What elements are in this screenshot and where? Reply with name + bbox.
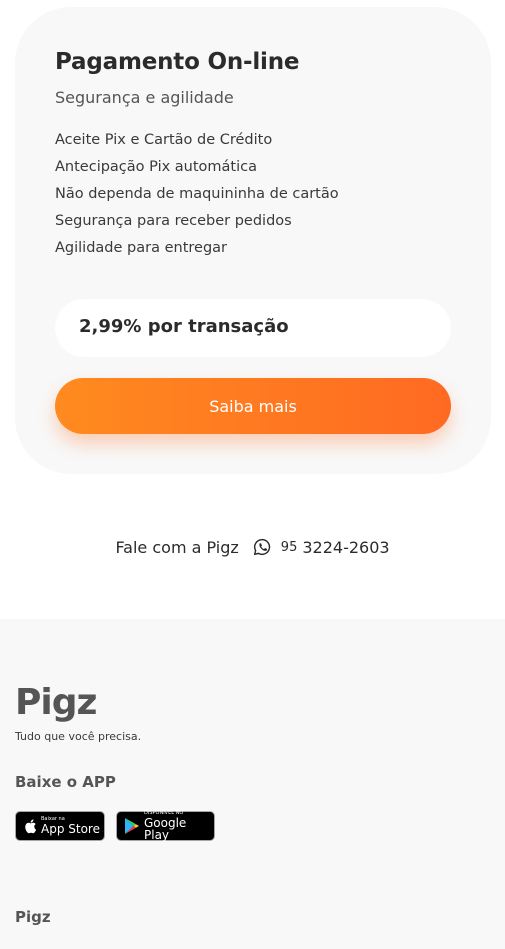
card-subtitle: Segurança e agilidade: [55, 88, 234, 107]
google-play-badge[interactable]: DISPONÍVEL NO Google Play: [116, 811, 215, 841]
feature-item: Antecipação Pix automática: [55, 159, 258, 175]
price-box: 2,99% por transação: [55, 299, 451, 357]
pigz-logo[interactable]: Pigz: [15, 681, 99, 725]
feature-item: Aceite Pix e Cartão de Crédito: [55, 132, 273, 148]
google-play-text: DISPONÍVEL NO Google Play: [144, 811, 214, 842]
tagline: Tudo que você precisa.: [15, 730, 142, 743]
contact-area-code: 95: [280, 539, 298, 555]
contact-label: Fale com a Pigz: [115, 537, 239, 557]
google-play-big-text: Google Play: [144, 816, 187, 842]
app-store-badge[interactable]: Baixar na App Store: [15, 811, 105, 841]
app-store-text: Baixar na App Store: [41, 817, 100, 836]
feature-item: Segurança para receber pedidos: [55, 213, 292, 229]
app-store-big-text: App Store: [41, 822, 100, 836]
logo-text: Pigz: [15, 682, 96, 723]
contact-row[interactable]: Fale com a Pigz 95 3224-2603: [0, 535, 505, 559]
contact-phone-number: 3224-2603: [302, 537, 390, 557]
feature-item: Não dependa de maquininha de cartão: [55, 186, 339, 202]
payment-card: Pagamento On-line Segurança e agilidade …: [15, 7, 491, 474]
feature-item: Agilidade para entregar: [55, 240, 227, 256]
app-heading: Baixe o APP: [15, 773, 116, 791]
google-play-icon: [124, 817, 140, 835]
whatsapp-icon: [253, 538, 271, 556]
footer-link-pigz[interactable]: Pigz: [15, 908, 51, 926]
apple-icon: [23, 818, 37, 834]
price-text: 2,99% por transação: [79, 316, 289, 337]
footer: Pigz Tudo que você precisa. Baixe o APP …: [0, 619, 505, 949]
feature-list: Aceite Pix e Cartão de Crédito Antecipaç…: [55, 129, 339, 264]
card-title: Pagamento On-line: [55, 49, 300, 75]
saiba-mais-button[interactable]: Saiba mais: [55, 378, 451, 434]
